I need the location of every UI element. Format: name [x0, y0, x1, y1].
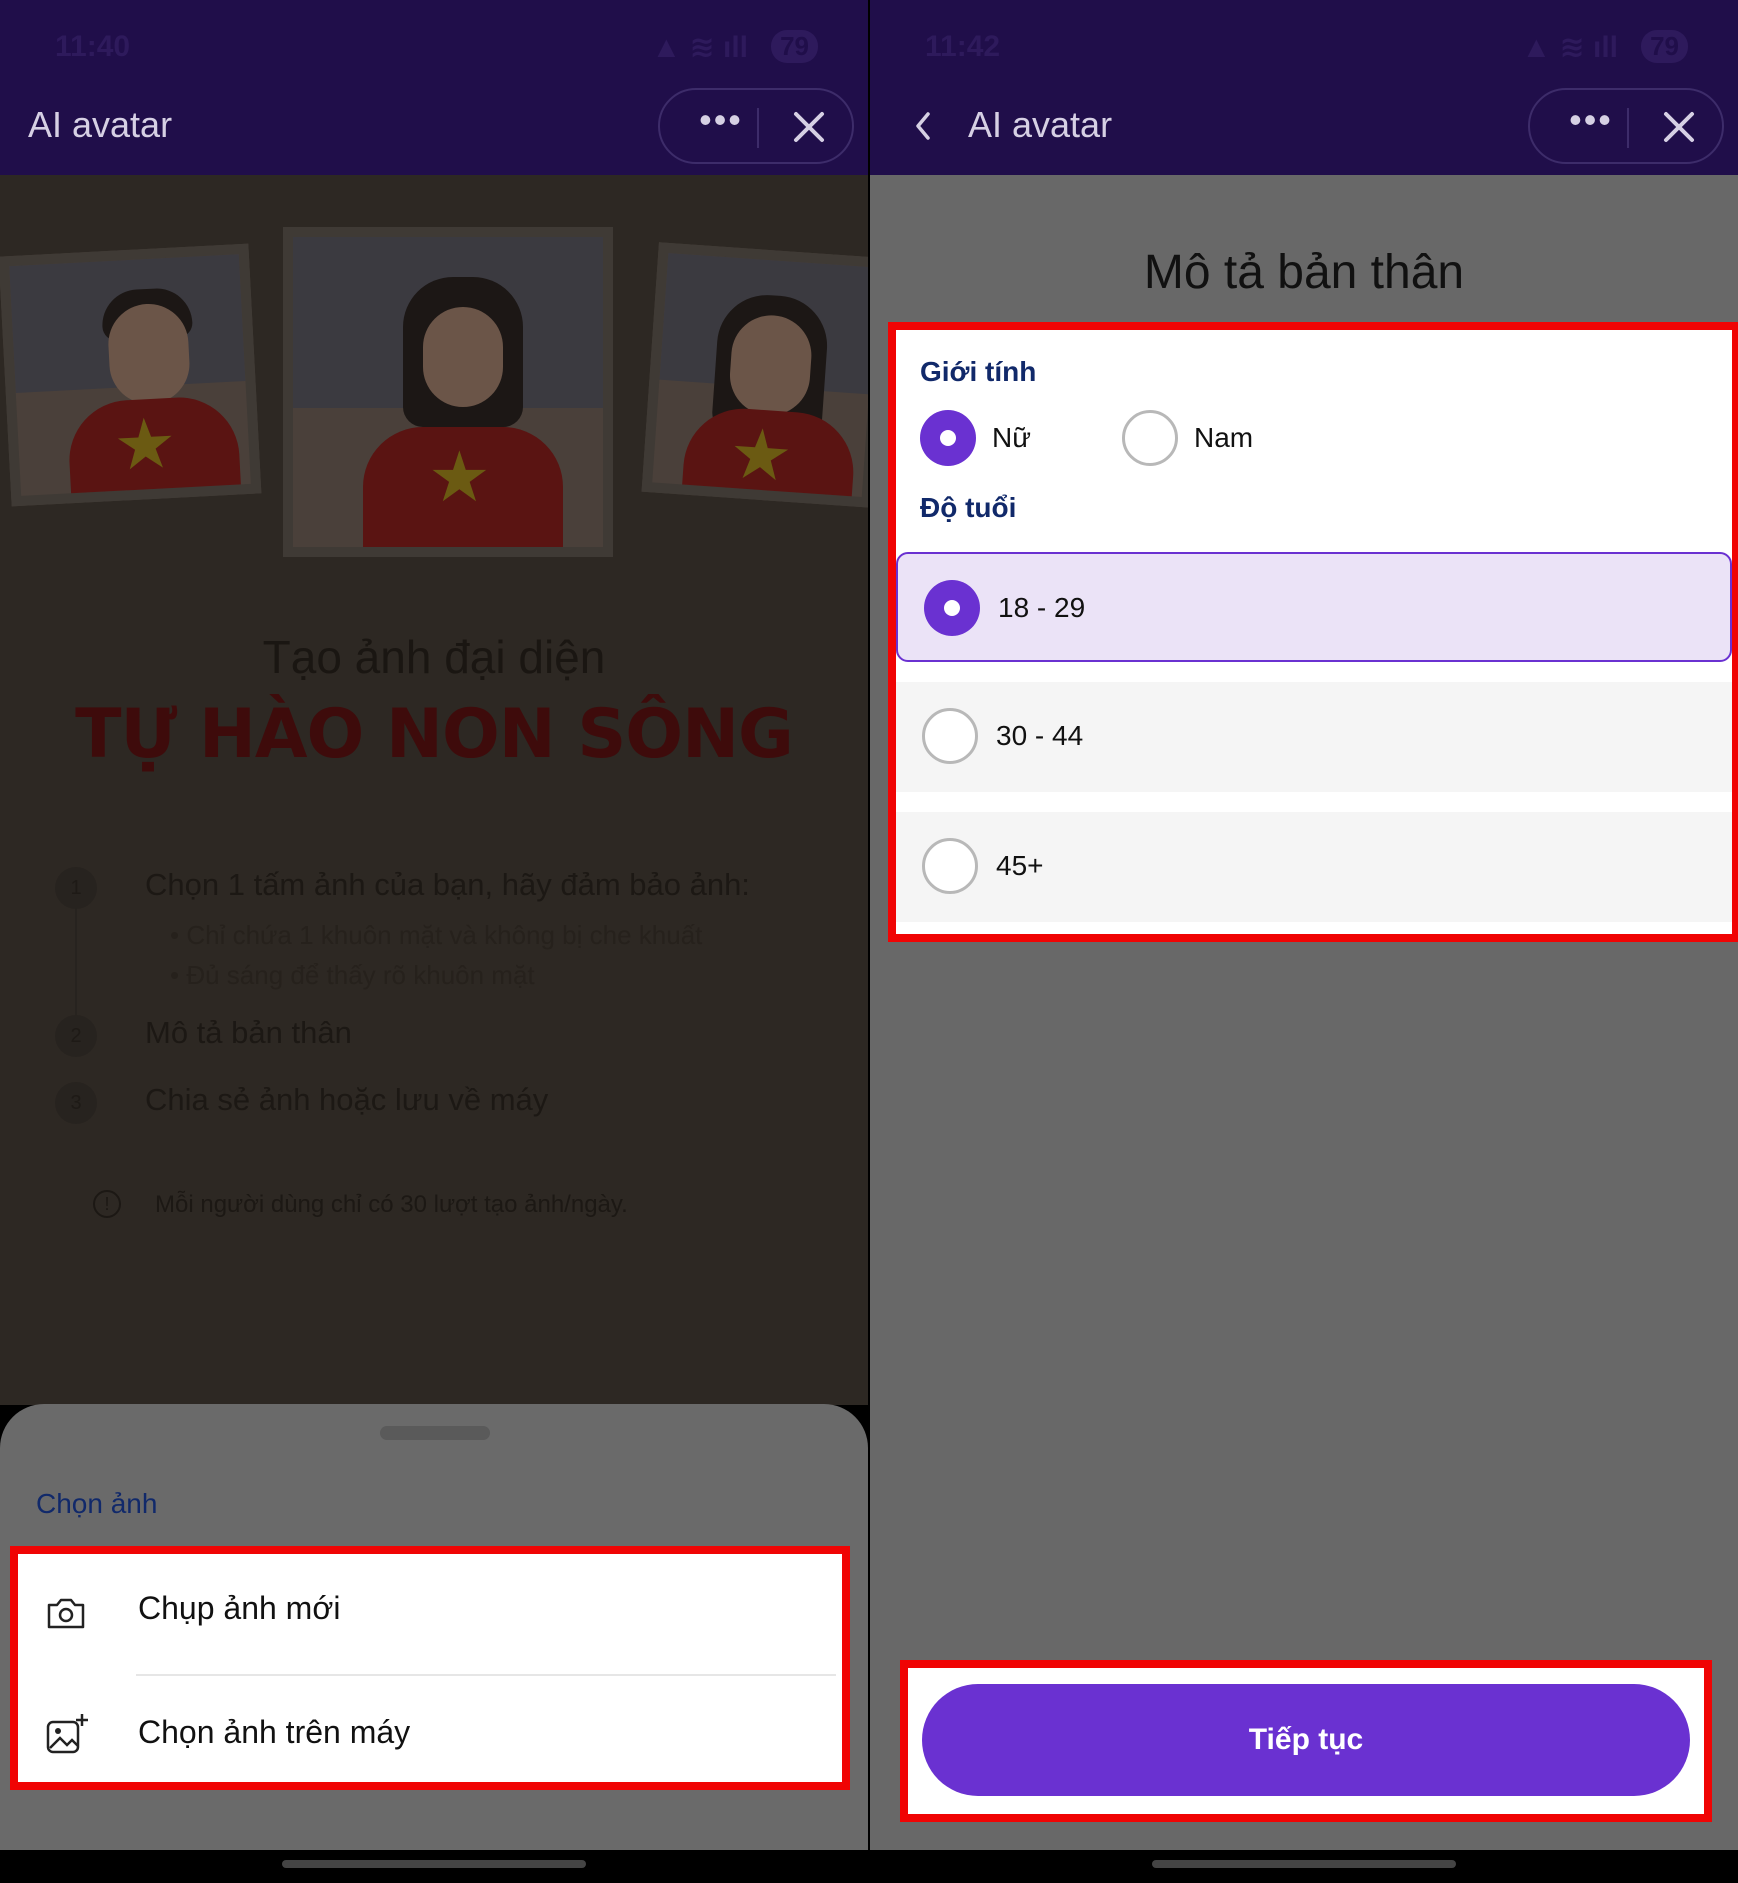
back-arrow-icon[interactable]: [908, 106, 938, 146]
age-option-label: 18 - 29: [998, 592, 1086, 623]
gesture-bar: [870, 1850, 1738, 1883]
age-option-18-29[interactable]: 18 - 29: [896, 552, 1732, 662]
age-option-45-plus[interactable]: 45+: [896, 812, 1732, 922]
gender-option-label: Nam: [1194, 422, 1254, 453]
step-text: Chia sẻ ảnh hoặc lưu về máy: [145, 1082, 549, 1117]
more-button[interactable]: •••: [1556, 102, 1626, 144]
star-icon: ★: [111, 403, 179, 485]
sheet-title: Chọn ảnh: [36, 1488, 158, 1519]
banner-subtitle: Tạo ảnh đại diện: [262, 631, 606, 683]
home-indicator[interactable]: [1152, 1860, 1456, 1868]
app-header: AI avatar •••: [0, 82, 868, 175]
close-icon[interactable]: [1656, 104, 1702, 150]
battery-badge: 79: [771, 30, 818, 63]
banner-photo-right: ★: [641, 242, 868, 508]
header-title: AI avatar: [28, 104, 173, 145]
gallery-add-icon: [46, 1714, 88, 1754]
highlighted-options: Chụp ảnh mới Chọn ảnh trên máy: [10, 1546, 850, 1790]
gender-radio-male[interactable]: [1122, 410, 1178, 466]
close-icon[interactable]: [786, 104, 832, 150]
app-header: AI avatar •••: [870, 82, 1738, 175]
home-indicator[interactable]: [282, 1860, 586, 1868]
capsule-divider: [757, 108, 759, 148]
choose-photo-sheet: Chọn ảnh Chụp ảnh mới Chọn ảnh trên máy: [0, 1404, 868, 1850]
gender-label: Giới tính: [920, 356, 1037, 387]
profile-form-highlight: Giới tính Nữ Nam Độ tuổi 18 - 29 30 - 44…: [888, 322, 1738, 942]
star-icon: ★: [428, 438, 491, 516]
status-icons: ▲ ≋ ıll: [1521, 31, 1618, 64]
step-text: Mô tả bản thân: [145, 1015, 352, 1050]
gender-option-label: Nữ: [992, 422, 1031, 453]
continue-button-highlight: Tiếp tục: [900, 1660, 1712, 1822]
banner-photo-center: ★: [283, 227, 613, 557]
status-icons: ▲ ≋ ıll: [651, 31, 748, 64]
info-icon: !: [93, 1190, 121, 1218]
status-time: 11:40: [55, 30, 131, 63]
take-new-photo-option[interactable]: Chụp ảnh mới: [18, 1554, 842, 1672]
step-bullet: • Đủ sáng để thấy rõ khuôn mặt: [170, 960, 535, 990]
gender-radio-female[interactable]: [920, 410, 976, 466]
mini-app-capsule: •••: [1528, 88, 1724, 164]
camera-icon: [47, 1598, 85, 1629]
option-label: Chọn ảnh trên máy: [138, 1714, 411, 1750]
option-label: Chụp ảnh mới: [138, 1590, 341, 1626]
step-text: Chọn 1 tấm ảnh của bạn, hãy đảm bảo ảnh:: [145, 867, 750, 902]
right-screen: 11:42 ▲ ≋ ıll 79 AI avatar ••• Mô tả bản…: [870, 0, 1738, 1883]
step-bullet: • Chỉ chứa 1 khuôn mặt và không bị che k…: [170, 920, 703, 950]
usage-limit-note: Mỗi người dùng chỉ có 30 lượt tạo ảnh/ng…: [155, 1191, 628, 1218]
page-title: Mô tả bản thân: [1143, 246, 1465, 299]
age-option-label: 45+: [996, 850, 1044, 881]
banner-photo-left: ★: [0, 243, 262, 507]
steps-connector: [75, 905, 77, 1015]
step-number: 2: [55, 1015, 97, 1057]
header-title: AI avatar: [968, 104, 1113, 145]
star-icon: ★: [726, 413, 795, 496]
age-radio[interactable]: [922, 708, 978, 764]
battery-badge: 79: [1641, 30, 1688, 63]
sheet-drag-handle[interactable]: [380, 1426, 490, 1440]
step-number: 3: [55, 1082, 97, 1124]
describe-yourself-page: Mô tả bản thân Giới tính Nữ Nam Độ tuổi …: [870, 175, 1738, 1850]
age-radio[interactable]: [922, 838, 978, 894]
mini-app-capsule: •••: [658, 88, 854, 164]
left-screen: 11:40 ▲ ≋ ıll 79 AI avatar ••• ★ ★ ★ Tạo…: [0, 0, 868, 1883]
step-number: 1: [55, 867, 97, 909]
banner-title: TỰ HÀO NON SÔNG: [75, 695, 794, 774]
status-time: 11:42: [925, 30, 1001, 63]
capsule-divider: [1627, 108, 1629, 148]
age-option-30-44[interactable]: 30 - 44: [896, 682, 1732, 792]
continue-button[interactable]: Tiếp tục: [922, 1684, 1690, 1796]
status-bar: 11:42 ▲ ≋ ıll 79: [870, 0, 1738, 95]
choose-from-device-option[interactable]: Chọn ảnh trên máy: [18, 1676, 842, 1794]
age-radio[interactable]: [924, 580, 980, 636]
intro-content-dimmed: ★ ★ ★ Tạo ảnh đại diện TỰ HÀO NON SÔNG 1…: [0, 175, 868, 1405]
gesture-bar: [0, 1850, 868, 1883]
more-button[interactable]: •••: [686, 102, 756, 144]
age-label: Độ tuổi: [920, 492, 1017, 523]
status-bar: 11:40 ▲ ≋ ıll 79: [0, 0, 868, 95]
age-option-label: 30 - 44: [996, 720, 1084, 751]
